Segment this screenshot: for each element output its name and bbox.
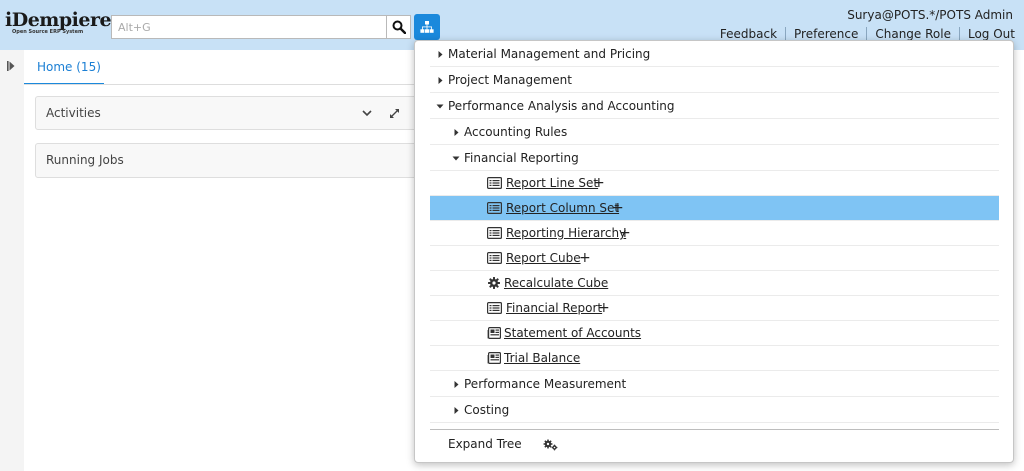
maximize-icon[interactable] bbox=[389, 108, 400, 119]
new-record-plus[interactable]: + bbox=[612, 196, 624, 220]
menu-item-report-cube[interactable]: Report Cube + bbox=[430, 246, 999, 271]
caret-right-icon bbox=[454, 381, 459, 388]
menu-item-label: Performance Measurement bbox=[464, 377, 627, 391]
activities-title: Activities bbox=[46, 106, 101, 120]
idempiere-logo[interactable]: iDempiere Open Source ERP System bbox=[5, 9, 112, 39]
caret-right-icon bbox=[438, 77, 443, 84]
caret-right-icon bbox=[454, 129, 459, 136]
caret-down-icon bbox=[452, 156, 460, 161]
menu-item-reporting-hierarchy[interactable]: Reporting Hierarchy + bbox=[430, 221, 999, 246]
menu-item-label[interactable]: Report Column Set bbox=[506, 196, 619, 221]
menu-folder-project-management[interactable]: Project Management bbox=[430, 68, 999, 93]
caret-down-icon bbox=[436, 104, 444, 109]
menu-folder-material-management[interactable]: Material Management and Pricing bbox=[430, 42, 999, 67]
menu-item-label[interactable]: Statement of Accounts bbox=[504, 321, 641, 346]
running-jobs-panel: Running Jobs bbox=[35, 143, 435, 178]
user-role-label[interactable]: Surya@POTS.*/POTS Admin bbox=[847, 8, 1013, 22]
menu-item-label[interactable]: Report Line Set bbox=[506, 171, 598, 196]
window-list-icon bbox=[487, 252, 502, 264]
tab-bar-divider bbox=[24, 84, 424, 85]
menu-item-label: Performance Analysis and Accounting bbox=[448, 99, 675, 113]
header-links: Feedback Preference Change Role Log Out bbox=[720, 27, 1015, 41]
menu-folder-performance-analysis[interactable]: Performance Analysis and Accounting bbox=[430, 94, 999, 119]
search-button[interactable] bbox=[386, 15, 411, 39]
preference-link[interactable]: Preference bbox=[785, 27, 866, 41]
expand-panel-icon[interactable] bbox=[7, 61, 15, 71]
logo-subtext: Open Source ERP System bbox=[12, 29, 84, 35]
window-list-icon bbox=[487, 227, 502, 239]
menu-item-statement-of-accounts[interactable]: Statement of Accounts bbox=[430, 321, 999, 346]
logout-link[interactable]: Log Out bbox=[958, 27, 1015, 41]
sitemap-icon bbox=[420, 21, 434, 33]
caret-right-icon bbox=[438, 51, 443, 58]
menu-folder-financial-reporting[interactable]: Financial Reporting bbox=[430, 146, 999, 171]
menu-item-label: Accounting Rules bbox=[464, 125, 568, 139]
new-record-plus[interactable]: + bbox=[579, 246, 591, 270]
menu-folder-performance-measurement[interactable]: Performance Measurement bbox=[430, 372, 999, 397]
global-search-input[interactable]: Alt+G bbox=[111, 15, 386, 39]
menu-item-report-column-set[interactable]: Report Column Set + bbox=[430, 196, 999, 221]
menu-folder-accounting-rules[interactable]: Accounting Rules bbox=[430, 120, 999, 145]
caret-right-icon bbox=[454, 407, 459, 414]
menu-item-label: Costing bbox=[464, 403, 510, 417]
window-list-icon bbox=[487, 177, 502, 189]
new-record-plus[interactable]: + bbox=[598, 296, 610, 320]
menu-footer-divider bbox=[430, 429, 999, 430]
chevron-down-icon[interactable] bbox=[362, 109, 372, 117]
menu-item-label[interactable]: Reporting Hierarchy bbox=[506, 221, 626, 246]
change-role-link[interactable]: Change Role bbox=[866, 27, 959, 41]
menu-item-label[interactable]: Financial Report bbox=[506, 296, 602, 321]
gear-icon bbox=[488, 277, 500, 289]
new-record-plus[interactable]: + bbox=[593, 171, 605, 195]
menu-item-label[interactable]: Report Cube bbox=[506, 246, 581, 271]
menu-item-label: Project Management bbox=[448, 73, 572, 87]
menu-folder-costing[interactable]: Costing bbox=[430, 398, 999, 423]
running-jobs-title: Running Jobs bbox=[46, 153, 124, 167]
search-icon bbox=[392, 20, 406, 34]
menu-item-label[interactable]: Trial Balance bbox=[504, 346, 580, 371]
menu-tree-button[interactable] bbox=[414, 14, 440, 40]
feedback-link[interactable]: Feedback bbox=[720, 27, 785, 41]
report-newspaper-icon bbox=[487, 352, 501, 364]
expand-tree-toggle[interactable]: Expand Tree bbox=[448, 437, 522, 451]
window-list-icon bbox=[487, 302, 502, 314]
menu-item-trial-balance[interactable]: Trial Balance bbox=[430, 346, 999, 371]
menu-item-label[interactable]: Recalculate Cube bbox=[504, 271, 608, 296]
new-record-plus[interactable]: + bbox=[619, 221, 631, 245]
activities-panel: Activities bbox=[35, 96, 435, 130]
tab-home[interactable]: Home (15) bbox=[24, 52, 104, 85]
menu-item-recalculate-cube[interactable]: Recalculate Cube bbox=[430, 271, 999, 296]
menu-item-report-line-set[interactable]: Report Line Set + bbox=[430, 171, 999, 196]
menu-item-label: Material Management and Pricing bbox=[448, 47, 651, 61]
menu-item-financial-report[interactable]: Financial Report + bbox=[430, 296, 999, 321]
west-panel-strip bbox=[0, 50, 24, 471]
menu-item-label: Financial Reporting bbox=[464, 151, 579, 165]
logo-text: iDempiere bbox=[5, 9, 112, 31]
window-list-icon bbox=[487, 202, 502, 214]
gears-icon[interactable] bbox=[543, 439, 559, 451]
report-newspaper-icon bbox=[487, 327, 501, 339]
menu-tree-popup: Material Management and Pricing Project … bbox=[414, 40, 1014, 463]
